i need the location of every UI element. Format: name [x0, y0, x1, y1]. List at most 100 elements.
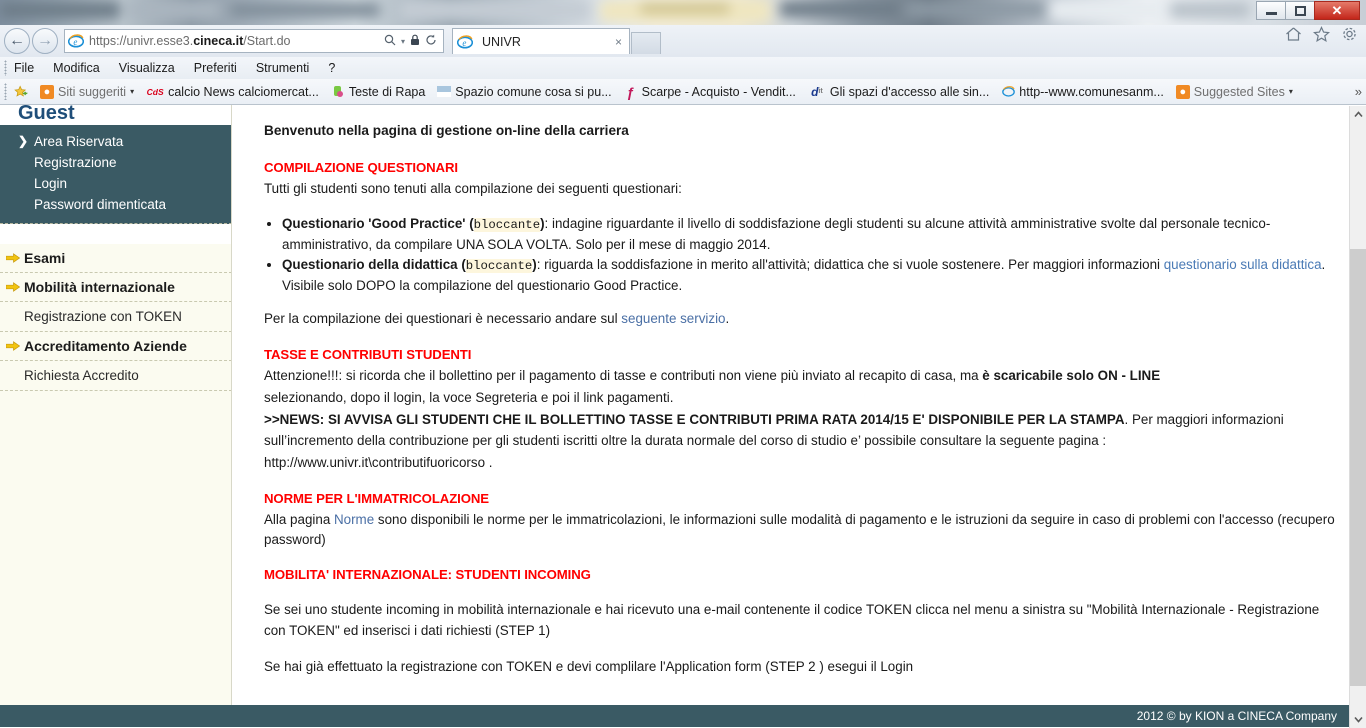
minimize-icon[interactable] [1256, 1, 1286, 20]
sidebar-item-area-riservata[interactable]: ❯ Area Riservata [0, 131, 232, 152]
scrollbar-thumb[interactable] [1350, 249, 1366, 686]
norme-after: sono disponibili le norme per le immatri… [264, 511, 1335, 547]
questionari-list: Questionario 'Good Practice' (bloccante)… [264, 214, 1336, 296]
menu-item-strumenti[interactable]: Strumenti [256, 61, 310, 75]
tasse-line2: selezionando, dopo il login, la voce Seg… [264, 390, 674, 406]
blurred-desktop-backdrop [0, 0, 1366, 25]
sidebar-item-esami[interactable]: Esami [0, 244, 232, 273]
home-icon[interactable] [1285, 26, 1302, 42]
vertical-scrollbar[interactable] [1349, 106, 1366, 728]
window-controls[interactable]: ✕ [1256, 0, 1360, 21]
sidebar-item-label: Registrazione con TOKEN [24, 309, 182, 324]
refresh-icon[interactable] [425, 34, 437, 49]
back-button[interactable]: ← [4, 28, 30, 54]
sidebar-item-richiesta-accredito[interactable]: Richiesta Accredito [0, 361, 232, 391]
favorite-label: Spazio comune cosa si pu... [455, 84, 612, 99]
scroll-down-icon[interactable] [1350, 711, 1366, 728]
lock-icon[interactable] [410, 34, 420, 49]
sidebar-user-title: Guest [0, 105, 232, 125]
blocking-tag: bloccante [465, 259, 533, 274]
favorite-item-6[interactable]: http--www.comunesanm... [1001, 85, 1164, 99]
menu-item-visualizza[interactable]: Visualizza [119, 61, 175, 75]
blocking-tag: bloccante [473, 218, 541, 233]
sidebar-item-label: Login [34, 176, 68, 191]
cds-icon: CdS [146, 86, 164, 97]
menu-bar: File Modifica Visualizza Preferiti Strum… [0, 57, 1366, 79]
ie-logo-icon: e [68, 33, 84, 49]
favorite-item-0[interactable]: ● Siti suggeriti ▾ [40, 84, 134, 99]
favorite-label: http--www.comunesanm... [1019, 84, 1164, 99]
favorite-item-7[interactable]: ● Suggested Sites ▾ [1175, 84, 1293, 99]
tasse-news: >>NEWS: SI AVVISA GLI STUDENTI CHE IL BO… [264, 410, 1336, 451]
star-icon[interactable] [1313, 26, 1330, 42]
add-to-favorites-button[interactable] [14, 85, 32, 99]
sidebar-item-label: Password dimenticata [34, 197, 167, 212]
sidebar-item-password-dimenticata[interactable]: Password dimenticata [0, 194, 232, 215]
questionari-intro: Tutti gli studenti sono tenuti alla comp… [264, 180, 682, 196]
sidebar-login-menu: ❯ Area Riservata Registrazione Login Passwor… [0, 125, 232, 224]
favorites-overflow-icon[interactable]: » [1355, 84, 1362, 99]
questionario-didattica-body-before: : riguarda la soddisfazione in merito al… [536, 257, 1164, 273]
scroll-up-icon[interactable] [1350, 106, 1366, 123]
menu-item-file[interactable]: File [14, 61, 34, 75]
tasse-news-bold: >>NEWS: SI AVVISA GLI STUDENTI CHE IL BO… [264, 412, 1125, 428]
chevron-down-icon[interactable]: ▾ [1289, 87, 1293, 96]
link-questionario-sulla-didattica[interactable]: questionario sulla didattica [1164, 257, 1322, 272]
favorite-label: calcio News calciomercat... [168, 84, 319, 99]
favorite-item-1[interactable]: CdS calcio News calciomercat... [146, 85, 319, 99]
dit-icon: d it [811, 84, 823, 99]
favorites-list: ● Siti suggeriti ▾ CdS calcio News calciomer… [40, 84, 1305, 100]
browser-tools [1285, 26, 1358, 42]
forward-button[interactable]: → [32, 28, 58, 54]
address-bar-icons: ▾ [384, 34, 440, 49]
favorites-star-icon [14, 85, 28, 99]
address-bar[interactable]: e https://univr.esse3.cineca.it/Start.do… [64, 29, 444, 53]
favorite-item-3[interactable]: Spazio comune cosa si pu... [437, 84, 612, 99]
chevron-down-icon[interactable]: ▾ [130, 87, 134, 96]
svg-text:e: e [462, 38, 466, 48]
footer-copyright: 2012 © by KION a CINECA Company [1136, 709, 1337, 723]
sidebar-item-registrazione-con-token[interactable]: Registrazione con TOKEN [0, 302, 232, 332]
restore-icon[interactable] [1285, 1, 1315, 20]
mobilita-paragraph-1: Se sei uno studente incoming in mobilità… [264, 602, 1320, 638]
chevron-down-icon[interactable]: ▾ [401, 37, 405, 46]
tasse-line1-bold: è scaricabile solo ON - LINE [982, 367, 1161, 383]
norme-paragraph: Alla pagina Norme sono disponibili le no… [264, 510, 1336, 551]
close-icon[interactable]: ✕ [1314, 1, 1360, 20]
sidebar-item-registrazione[interactable]: Registrazione [0, 152, 232, 173]
spazio-comune-icon [437, 85, 452, 99]
favorite-item-2[interactable]: Teste di Rapa [331, 85, 425, 99]
suggested-sites-icon: ● [40, 84, 54, 99]
sidebar-item-label: Mobilità internazionale [24, 279, 175, 295]
gear-icon[interactable] [1341, 26, 1358, 42]
menu-drag-handle[interactable] [4, 60, 7, 76]
closing-before: Per la compilazione dei questionari è ne… [264, 311, 622, 327]
favorite-label: Suggested Sites [1193, 84, 1285, 99]
window-titlebar[interactable]: ✕ [0, 0, 1366, 25]
link-norme[interactable]: Norme [334, 512, 374, 527]
favorite-item-4[interactable]: ƒ Scarpe - Acquisto - Vendit... [624, 84, 796, 100]
menu-item-modifica[interactable]: Modifica [53, 61, 100, 75]
search-icon[interactable] [384, 34, 396, 49]
sidebar-item-login[interactable]: Login [0, 173, 232, 194]
navigation-toolbar: ← → e https://univr.esse3.cineca.it/Star… [0, 25, 1366, 57]
menu-item-help[interactable]: ? [328, 61, 335, 75]
sidebar-gap [0, 224, 232, 244]
tab-univr[interactable]: e UNIVR × [452, 28, 630, 54]
favorite-item-5[interactable]: d it Gli spazi d'accesso alle sin... [808, 85, 989, 99]
browser-chrome: ✕ ← → e https://univr.esse3.cineca.it/St… [0, 0, 1366, 105]
menu-item-preferiti[interactable]: Preferiti [194, 61, 237, 75]
favorite-label: Scarpe - Acquisto - Vendit... [641, 84, 796, 99]
favorites-drag-handle[interactable] [4, 83, 7, 100]
link-seguente-servizio[interactable]: seguente servizio [621, 311, 725, 326]
questionari-closing: Per la compilazione dei questionari è ne… [264, 309, 1336, 329]
sidebar-item-label: Area Riservata [34, 134, 124, 149]
sidebar-item-accreditamento-aziende[interactable]: Accreditamento Aziende [0, 332, 232, 361]
section-heading-norme: NORME PER L'IMMATRICOLAZIONE [264, 490, 489, 506]
new-tab-button[interactable] [631, 32, 661, 54]
favorite-label: Gli spazi d'accesso alle sin... [829, 84, 990, 99]
list-item: Questionario 'Good Practice' (bloccante)… [282, 214, 1336, 255]
mobilita-paragraph-2: Se hai già effettuato la registrazione c… [264, 659, 914, 675]
sidebar-item-mobilit-internazionale[interactable]: Mobilità internazionale [0, 273, 232, 302]
close-icon[interactable]: × [612, 35, 625, 49]
